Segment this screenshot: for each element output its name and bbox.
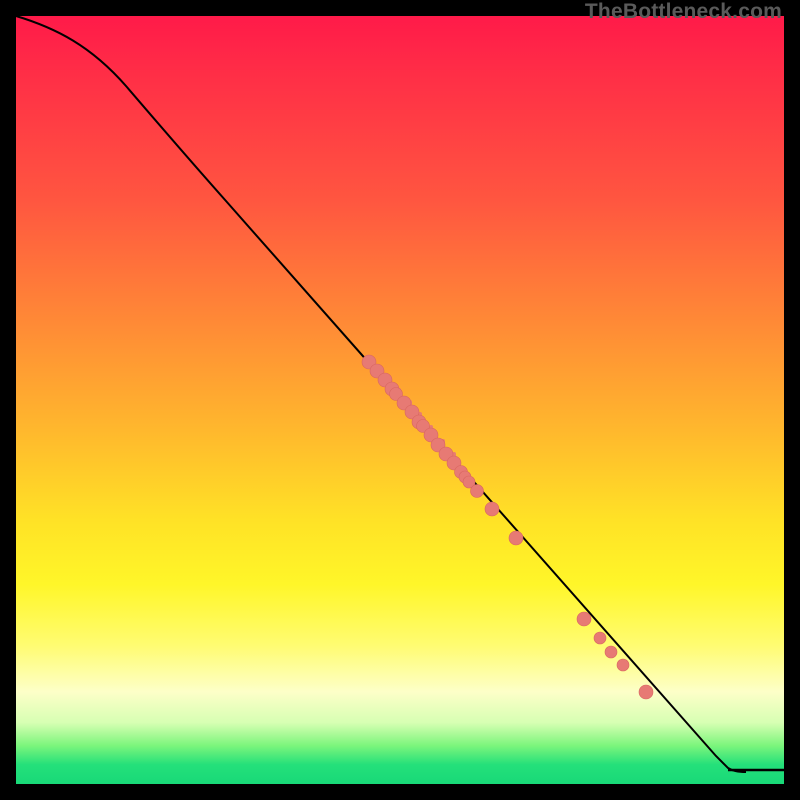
data-point [639, 685, 653, 699]
chart-overlay-svg [16, 16, 784, 784]
data-point [594, 632, 606, 644]
data-point [605, 646, 617, 658]
data-point [577, 612, 591, 626]
bottleneck-curve [16, 16, 746, 772]
data-point [617, 659, 629, 671]
data-point [471, 485, 484, 498]
chart-stage: TheBottleneck.com [0, 0, 800, 800]
data-points-group [362, 355, 653, 699]
data-point [485, 502, 499, 516]
watermark-text: TheBottleneck.com [585, 0, 782, 24]
data-point [509, 531, 523, 545]
